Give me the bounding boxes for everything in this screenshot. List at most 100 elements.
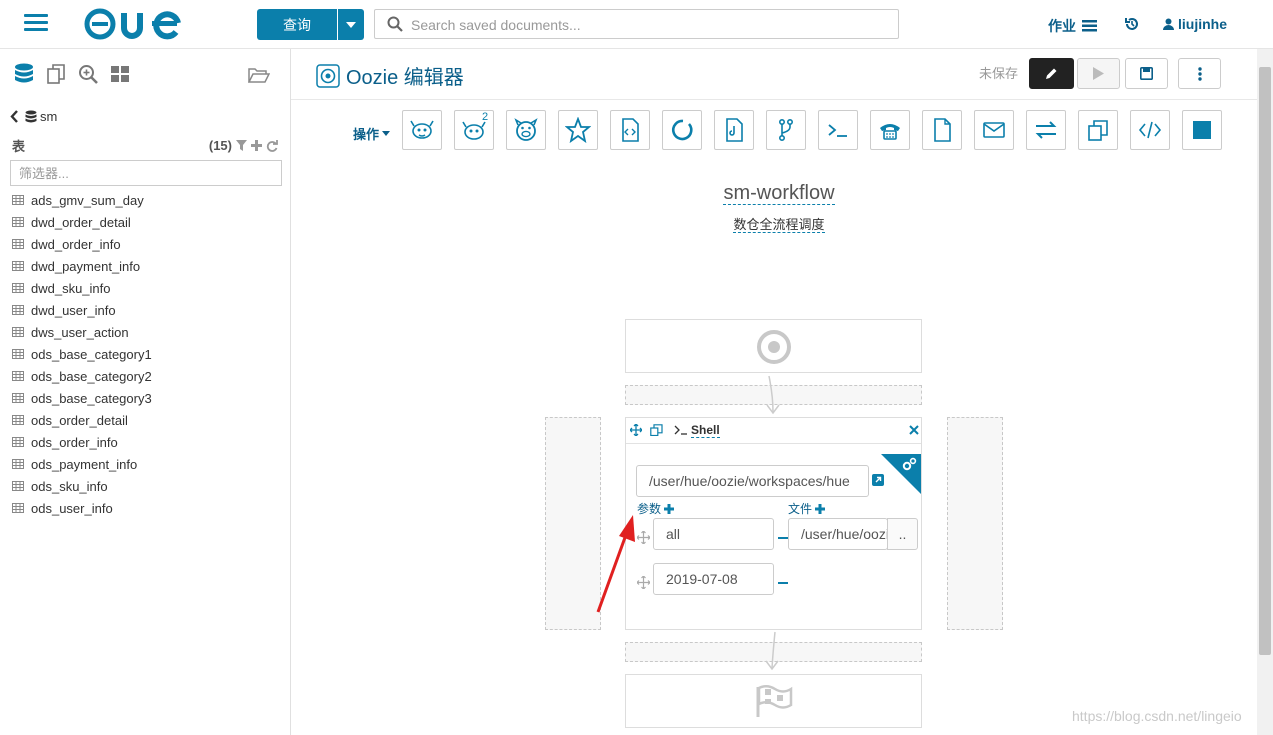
sqoop-action-button[interactable] — [558, 110, 598, 150]
table-list-item[interactable]: ods_base_category3 — [12, 387, 152, 409]
table-icon — [12, 371, 24, 381]
table-list-item[interactable]: dwd_sku_info — [12, 277, 152, 299]
params-add-link[interactable]: 参数 — [637, 500, 675, 517]
external-link-icon[interactable] — [872, 474, 884, 486]
remove-param-1-icon[interactable] — [778, 537, 788, 539]
java-action-button[interactable] — [610, 110, 650, 150]
table-list-item[interactable]: ods_payment_info — [12, 453, 152, 475]
hive2-action-button[interactable]: 2 — [454, 110, 494, 150]
param-2-field[interactable]: 2019-07-08 — [653, 563, 774, 595]
param-1-value: all — [666, 526, 681, 542]
copy-node-icon[interactable] — [650, 424, 663, 436]
dashboard-grid-icon[interactable] — [110, 63, 130, 85]
table-list-item[interactable]: dwd_order_detail — [12, 211, 152, 233]
table-list-item[interactable]: ods_order_info — [12, 431, 152, 453]
history-icon[interactable] — [1124, 16, 1140, 32]
table-list-item[interactable]: ods_base_category2 — [12, 365, 152, 387]
tables-header: 表 (15) — [12, 136, 278, 155]
drop-zone-right[interactable] — [947, 417, 1003, 630]
jar-file-icon — [726, 118, 743, 142]
table-list-item[interactable]: dwd_order_info — [12, 233, 152, 255]
distcp-action-button[interactable] — [1026, 110, 1066, 150]
table-icon — [12, 415, 24, 425]
actions-dropdown[interactable]: 操作 — [353, 124, 391, 143]
close-icon[interactable] — [909, 425, 919, 435]
table-list-item[interactable]: ods_order_detail — [12, 409, 152, 431]
script-path-field[interactable]: /user/hue/oozie/workspaces/hue — [636, 465, 869, 497]
refresh-icon[interactable] — [266, 139, 278, 152]
plus-icon[interactable] — [251, 140, 262, 151]
move-icon[interactable] — [630, 424, 642, 436]
table-name: ods_order_info — [31, 434, 118, 450]
table-list-item[interactable]: ods_sku_info — [12, 475, 152, 497]
actions-label: 操作 — [353, 127, 380, 142]
table-list-item[interactable]: dwd_payment_info — [12, 255, 152, 277]
streaming-action-button[interactable] — [766, 110, 806, 150]
table-icon — [12, 503, 24, 513]
database-icon[interactable] — [14, 63, 34, 85]
zoom-search-icon[interactable] — [78, 63, 98, 85]
pig-icon — [514, 118, 538, 141]
search-input[interactable] — [409, 15, 893, 35]
edit-button[interactable] — [1029, 58, 1074, 89]
kill-action-button[interactable] — [1182, 110, 1222, 150]
table-name: dwd_payment_info — [31, 258, 141, 274]
table-list-item[interactable]: dws_user_action — [12, 321, 152, 343]
generic-action-button[interactable] — [1130, 110, 1170, 150]
table-filter-box[interactable] — [10, 160, 282, 186]
username: liujinhe — [1178, 16, 1227, 32]
folder-open-icon[interactable] — [248, 64, 270, 84]
workflow-name[interactable]: sm-workflow — [723, 182, 835, 205]
shell-node[interactable]: Shell /user/hue/oozie/workspaces/hue 参数 … — [625, 417, 922, 630]
hue-logo[interactable] — [84, 8, 184, 40]
flag-checkered-icon — [756, 685, 793, 717]
database-breadcrumb[interactable]: sm — [10, 109, 57, 124]
run-button[interactable] — [1077, 58, 1120, 89]
sqoop-icon — [565, 117, 591, 143]
page-scrollbar[interactable] — [1257, 49, 1273, 735]
remove-param-2-icon[interactable] — [778, 582, 788, 584]
ssh-action-button[interactable] — [870, 110, 910, 150]
tables-tools: (15) — [209, 136, 278, 155]
jobs-link[interactable]: 作业 — [1048, 16, 1097, 36]
workflow-description[interactable]: 数仓全流程调度 — [733, 217, 825, 233]
table-list-item[interactable]: dwd_user_info — [12, 299, 152, 321]
query-dropdown-toggle[interactable] — [338, 9, 364, 40]
chevron-left-icon[interactable] — [10, 110, 19, 123]
shell-node-header — [626, 418, 921, 444]
param-1-field[interactable]: all — [653, 518, 774, 550]
database-name: sm — [40, 109, 58, 124]
table-list-item[interactable]: ads_gmv_sum_day — [12, 189, 152, 211]
browse-file-button[interactable]: .. — [887, 518, 918, 550]
table-name: ods_user_info — [31, 500, 113, 516]
table-filter-input[interactable] — [17, 165, 271, 182]
filter-icon[interactable] — [236, 140, 247, 151]
table-list-item[interactable]: ods_base_category1 — [12, 343, 152, 365]
subworkflow-action-button[interactable] — [1078, 110, 1118, 150]
table-list-item[interactable]: ods_user_info — [12, 497, 152, 519]
user-menu[interactable]: liujinhe — [1163, 16, 1227, 32]
hdfs-fs-action-button[interactable] — [922, 110, 962, 150]
caret-down-icon — [382, 131, 391, 136]
scrollbar-thumb[interactable] — [1259, 67, 1271, 655]
circle-notch-icon — [671, 119, 693, 141]
hive-action-button[interactable] — [402, 110, 442, 150]
documents-icon[interactable] — [46, 63, 66, 85]
query-button[interactable]: 查询 — [257, 9, 337, 40]
oozie-app-icon — [316, 63, 340, 88]
files-add-link[interactable]: 文件 — [788, 500, 826, 517]
shell-action-button[interactable] — [818, 110, 858, 150]
mapreduce-action-button[interactable] — [714, 110, 754, 150]
save-icon — [1140, 67, 1153, 80]
bullseye-icon — [757, 330, 791, 364]
spark-action-button[interactable] — [662, 110, 702, 150]
shell-node-name[interactable]: Shell — [691, 423, 720, 438]
save-button[interactable] — [1125, 58, 1168, 89]
more-options-button[interactable] — [1178, 58, 1221, 89]
file-1-field[interactable]: /user/hue/oozie — [788, 518, 888, 550]
pig-action-button[interactable] — [506, 110, 546, 150]
editor-header: Oozie 编辑器 未保存 — [291, 49, 1257, 100]
email-action-button[interactable] — [974, 110, 1014, 150]
hamburger-menu-icon[interactable] — [24, 10, 48, 35]
search-box[interactable] — [374, 9, 899, 39]
